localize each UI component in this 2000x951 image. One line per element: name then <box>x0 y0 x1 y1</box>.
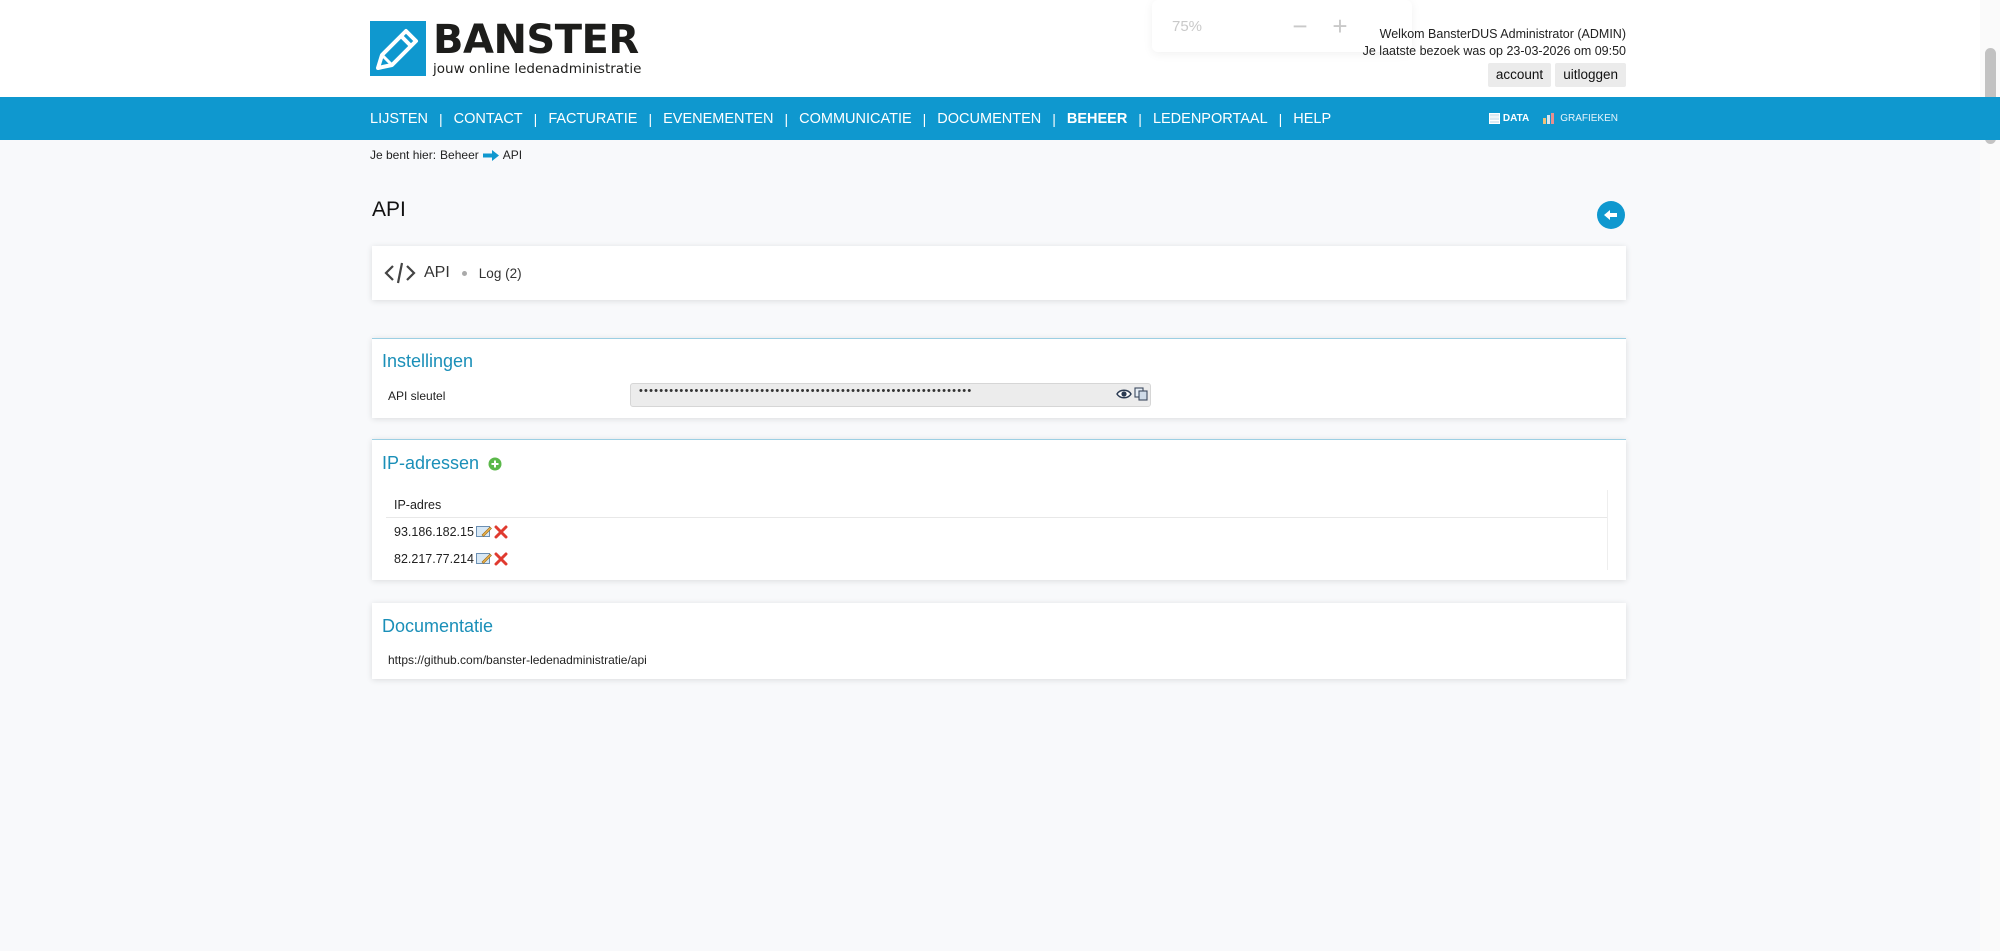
arrow-right-icon <box>482 149 499 161</box>
brand-tagline: jouw online ledenadministratie <box>433 61 642 77</box>
charts-view-link[interactable]: GRAFIEKEN <box>1543 113 1618 124</box>
brand-name: BANSTER <box>433 17 639 63</box>
add-icon[interactable] <box>488 457 502 471</box>
last-visit-text: Je laatste bezoek was op 23-03-2026 om 0… <box>1362 44 1626 58</box>
documentation-panel: Documentatie https://github.com/banster-… <box>372 603 1626 679</box>
nav-item-documenten[interactable]: DOCUMENTEN <box>937 111 1041 127</box>
ip-table: IP-adres 93.186.182.15 82.217.77.214 <box>386 490 1608 570</box>
delete-icon[interactable] <box>494 552 508 566</box>
copy-icon[interactable] <box>1134 387 1148 401</box>
page-title: API <box>372 198 406 221</box>
page-scrollbar[interactable] <box>1980 0 2000 951</box>
eye-icon[interactable] <box>1116 387 1132 401</box>
main-nav: LIJSTEN | CONTACT | FACTURATIE | EVENEME… <box>0 97 2000 140</box>
nav-item-communicatie[interactable]: COMMUNICATIE <box>799 111 912 127</box>
nav-separator: | <box>1052 110 1056 127</box>
nav-separator: | <box>439 110 443 127</box>
bar-chart-icon <box>1543 113 1555 124</box>
zoom-level: 75% <box>1172 17 1203 35</box>
nav-item-facturatie[interactable]: FACTURATIE <box>548 111 637 127</box>
api-tabs: API Log (2) <box>372 246 1626 300</box>
settings-title: Instellingen <box>382 351 474 371</box>
nav-item-help[interactable]: HELP <box>1293 111 1331 127</box>
tab-api[interactable]: API <box>424 264 450 282</box>
nav-item-beheer[interactable]: BEHEER <box>1067 111 1127 127</box>
zoom-out-button[interactable]: − <box>1280 13 1320 39</box>
breadcrumb-current: API <box>502 148 523 162</box>
arrow-left-icon <box>1604 210 1617 220</box>
documentation-link[interactable]: https://github.com/banster-ledenadminist… <box>388 653 647 667</box>
ip-addresses-panel: IP-adressen IP-adres 93.186.182.15 82.21… <box>372 439 1626 580</box>
code-icon <box>384 262 416 284</box>
ip-addresses-title: IP-adressen <box>382 453 502 474</box>
delete-icon[interactable] <box>494 525 508 539</box>
account-button[interactable]: account <box>1487 63 1552 87</box>
charts-view-label: GRAFIEKEN <box>1560 113 1618 124</box>
settings-panel: Instellingen API sleutel •••••••••••••••… <box>372 338 1626 418</box>
nav-separator: | <box>533 110 538 127</box>
table-row: 93.186.182.15 <box>386 518 1607 545</box>
ip-addresses-title-text: IP-adressen <box>382 453 480 473</box>
nav-separator: | <box>1138 110 1142 127</box>
user-buttons: account uitloggen <box>1487 63 1626 87</box>
nav-item-lijsten[interactable]: LIJSTEN <box>370 111 428 127</box>
edit-icon[interactable] <box>475 525 492 539</box>
tab-separator-dot <box>461 270 467 276</box>
nav-item-ledenportaal[interactable]: LEDENPORTAAL <box>1153 111 1268 127</box>
breadcrumb: Je bent hier: Beheer API <box>370 148 522 162</box>
nav-separator: | <box>784 110 789 127</box>
main-nav-items: LIJSTEN | CONTACT | FACTURATIE | EVENEME… <box>370 97 1331 140</box>
tab-log[interactable]: Log (2) <box>479 266 522 281</box>
user-info: Welkom BansterDUS Administrator (ADMIN) … <box>1363 26 1626 60</box>
zoom-in-button[interactable]: + <box>1320 13 1360 39</box>
banster-logo[interactable]: BANSTER jouw online ledenadministratie <box>370 17 642 77</box>
ip-value: 93.186.182.15 <box>394 524 474 539</box>
header: BANSTER jouw online ledenadministratie 7… <box>0 0 2000 97</box>
nav-item-contact[interactable]: CONTACT <box>454 111 523 127</box>
nav-separator: | <box>648 110 653 127</box>
breadcrumb-parent-link[interactable]: Beheer <box>440 148 479 162</box>
nav-item-evenementen[interactable]: EVENEMENTEN <box>663 111 773 127</box>
api-key-value: ••••••••••••••••••••••••••••••••••••••••… <box>639 385 973 397</box>
table-row: 82.217.77.214 <box>386 545 1607 572</box>
table-icon <box>1488 113 1500 124</box>
edit-icon[interactable] <box>475 552 492 566</box>
api-key-field[interactable]: ••••••••••••••••••••••••••••••••••••••••… <box>630 383 1151 407</box>
ip-table-header: IP-adres <box>386 490 1607 518</box>
data-view-label: DATA <box>1502 113 1530 124</box>
ip-value: 82.217.77.214 <box>394 551 474 566</box>
nav-separator: | <box>1278 110 1283 127</box>
logout-button[interactable]: uitloggen <box>1555 63 1626 87</box>
data-view-link[interactable]: DATA <box>1488 113 1530 124</box>
back-button[interactable] <box>1597 201 1625 229</box>
api-key-label: API sleutel <box>388 389 446 403</box>
documentation-title: Documentatie <box>382 616 494 636</box>
nav-separator: | <box>922 110 927 127</box>
breadcrumb-prefix: Je bent hier: <box>370 148 437 162</box>
view-toggle: DATA GRAFIEKEN <box>1488 97 1618 140</box>
logo-pencil-icon <box>370 21 426 76</box>
welcome-text: Welkom BansterDUS Administrator (ADMIN) <box>1379 27 1626 41</box>
